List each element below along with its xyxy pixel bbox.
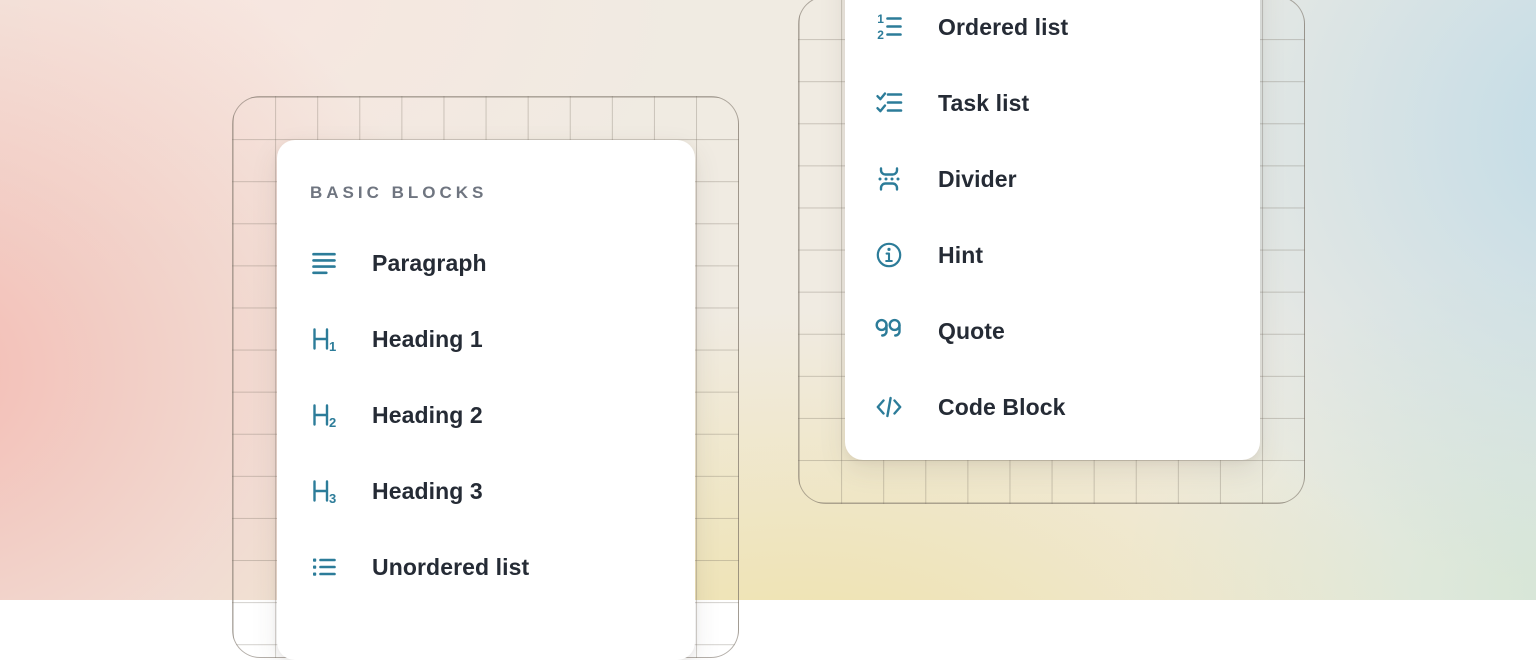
section-title-basic-blocks: BASIC BLOCKS: [310, 180, 695, 206]
menu-item-heading-2[interactable]: 2 Heading 2: [309, 377, 695, 453]
menu-item-code-block[interactable]: Code Block: [874, 369, 1260, 445]
divider-icon: [874, 164, 904, 194]
menu-item-label: Quote: [938, 318, 1005, 345]
heading-2-icon: 2: [309, 400, 339, 430]
menu-item-label: Paragraph: [372, 250, 487, 277]
menu-item-quote[interactable]: Quote: [874, 293, 1260, 369]
svg-text:3: 3: [329, 491, 336, 506]
quote-icon: [874, 316, 904, 346]
code-block-icon: [874, 392, 904, 422]
menu-item-label: Heading 1: [372, 326, 483, 353]
menu-list-basic-blocks: Paragraph 1 Heading 1 2 Heading 2 3 Heading 3 U…: [309, 225, 695, 605]
menu-item-label: Unordered list: [372, 554, 529, 581]
menu-item-label: Divider: [938, 166, 1017, 193]
menu-item-label: Hint: [938, 242, 983, 269]
menu-item-ordered-list[interactable]: 12Ordered list: [874, 0, 1260, 65]
svg-text:2: 2: [329, 415, 336, 430]
unordered-list-icon: [309, 552, 339, 582]
task-list-icon: [874, 88, 904, 118]
paragraph-icon: [309, 248, 339, 278]
more-blocks-menu: 12Ordered listTask listDividerHintQuoteC…: [845, 0, 1260, 460]
menu-item-paragraph[interactable]: Paragraph: [309, 225, 695, 301]
heading-1-icon: 1: [309, 324, 339, 354]
menu-item-unordered-list[interactable]: Unordered list: [309, 529, 695, 605]
basic-blocks-menu: BASIC BLOCKS Paragraph 1 Heading 1 2 Heading…: [277, 140, 695, 660]
gradient-background: [0, 0, 1536, 600]
menu-item-label: Code Block: [938, 394, 1066, 421]
menu-item-label: Task list: [938, 90, 1029, 117]
svg-text:2: 2: [877, 28, 884, 42]
ordered-list-icon: 12: [874, 12, 904, 42]
menu-item-task-list[interactable]: Task list: [874, 65, 1260, 141]
menu-item-label: Heading 2: [372, 402, 483, 429]
menu-item-label: Ordered list: [938, 14, 1068, 41]
heading-3-icon: 3: [309, 476, 339, 506]
menu-list-more-blocks: 12Ordered listTask listDividerHintQuoteC…: [874, 0, 1260, 445]
menu-item-heading-3[interactable]: 3 Heading 3: [309, 453, 695, 529]
menu-item-divider[interactable]: Divider: [874, 141, 1260, 217]
menu-item-heading-1[interactable]: 1 Heading 1: [309, 301, 695, 377]
menu-item-label: Heading 3: [372, 478, 483, 505]
svg-text:1: 1: [329, 339, 336, 354]
svg-text:1: 1: [877, 12, 884, 26]
menu-item-hint[interactable]: Hint: [874, 217, 1260, 293]
hint-icon: [874, 240, 904, 270]
